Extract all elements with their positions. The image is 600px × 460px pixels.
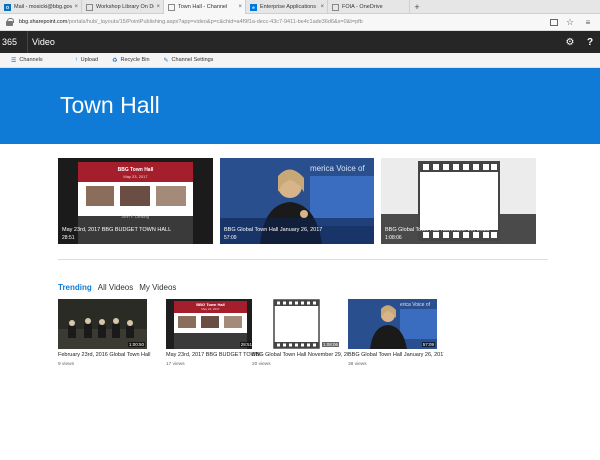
tab-label: FOIA - OneDrive [342,4,383,10]
channels-label: Channels [19,57,43,63]
url-text[interactable]: bbg.sharepoint.com/portals/hub/_layouts/… [19,19,542,25]
video-title[interactable]: May 23rd, 2017 BBG BUDGET TOWN HALL [166,352,262,358]
lock-icon [6,18,14,26]
browser-tab-workshop[interactable]: Workshop Library On Dema × [82,0,164,14]
upload-label: Upload [80,57,99,63]
video-title[interactable]: BBG Global Town Hall November 29, 2016 [252,352,348,358]
video-thumbnail[interactable]: 1:00:50 [58,299,147,349]
browser-tab-mail[interactable]: O Mail - mosicki@bbg.gov × [0,0,82,14]
page-icon [332,3,339,11]
video-duration: 1:00:50 [127,342,145,347]
featured-title: May 23rd, 2017 BBG BUDGET TOWN HALL [62,227,172,233]
video-views: 20 views [252,362,271,367]
slide-title: BBG Town Hall [117,167,154,173]
close-icon[interactable]: × [74,4,78,10]
address-bar[interactable]: bbg.sharepoint.com/portals/hub/_layouts/… [0,14,600,31]
tab-label: Mail - mosicki@bbg.gov [14,4,73,10]
featured-videos: John F. Lansing BBG Town Hall May 23, 20… [58,158,548,244]
video-duration: 57:09 [421,342,435,347]
suite-title[interactable]: Video [28,37,560,47]
close-icon[interactable]: × [156,4,160,10]
video-views: 17 views [166,362,185,367]
gear-icon[interactable]: ⚙ [560,31,580,53]
channel-banner: Town Hall [0,68,600,144]
upload-icon: ↑ [74,57,78,63]
tab-trending[interactable]: Trending [58,283,92,292]
edge-icon: e [250,3,257,11]
video-title[interactable]: February 23rd, 2016 Global Town Hall [58,352,154,358]
hub-icon[interactable]: ≡ [582,18,594,27]
page-icon [86,3,93,11]
page-icon [168,3,175,11]
featured-title: BBG Global Town Hall January 26, 2017 [224,227,323,233]
new-tab-button[interactable]: + [410,0,424,13]
featured-duration: 57:09 [224,235,237,241]
close-icon[interactable]: × [238,4,242,10]
favorite-star-icon[interactable]: ☆ [564,17,576,28]
channels-icon: ☰ [11,57,17,64]
featured-title: BBG Global Town Hall November 29, 2016 [385,227,490,233]
url-domain: bbg.sharepoint.com [19,19,68,25]
slide-date: May 23, 2017 [123,174,148,179]
close-icon[interactable]: × [320,4,324,10]
edit-icon: ✎ [163,57,169,64]
channel-settings-button[interactable]: ✎ Channel Settings [164,57,214,64]
tab-label: Workshop Library On Dema [96,4,154,10]
channel-title: Town Hall [60,92,160,118]
recycle-bin-button[interactable]: ♻ Recycle Bin [112,57,149,64]
browser-tab-foia[interactable]: FOIA - OneDrive [328,0,410,14]
video-tabs: Trending All Videos My Videos [58,283,176,292]
tab-label: Town Hall - Channel [178,4,228,10]
browser-tab-enterprise[interactable]: e Enterprise Applications Lim × [246,0,328,14]
video-duration: 1:08:06 [321,342,339,347]
featured-video-budget-town-hall[interactable]: John F. Lansing BBG Town Hall May 23, 20… [58,158,213,244]
url-path: /portals/hub/_layouts/15/PointPublishing… [67,19,363,25]
featured-duration: 28:51 [62,235,75,241]
channels-button[interactable]: ☰ Channels [11,57,43,64]
outlook-icon: O [4,3,11,11]
help-button[interactable]: ? [580,31,600,53]
video-title[interactable]: BBG Global Town Hall January 26, 2017 [348,352,444,358]
video-thumbnail[interactable]: erica Voice of 57:09 [348,299,437,349]
tab-all-videos[interactable]: All Videos [98,283,133,292]
tab-my-videos[interactable]: My Videos [139,283,176,292]
featured-duration: 1:08:06 [385,235,402,241]
section-divider [58,259,548,260]
browser-tab-town-hall[interactable]: Town Hall - Channel × [164,0,246,14]
svg-text:John F. Lansing: John F. Lansing [121,214,149,219]
video-thumbnail[interactable]: 1:08:06 [252,299,341,349]
video-duration: 28:51 [239,342,253,347]
thumbnail-backdrop-text: erica Voice of [400,302,431,308]
suite-bar: 365 Video ⚙ ? [0,31,600,53]
reading-view-icon[interactable] [550,18,558,26]
browser-tab-strip: O Mail - mosicki@bbg.gov × Workshop Libr… [0,0,600,14]
video-views: 9 views [58,362,74,367]
thumbnail-backdrop-text: merica Voice of [310,164,365,173]
recycle-bin-icon: ♻ [112,57,118,64]
featured-video-global-town-hall-nov[interactable]: BBG Global Town Hall November 29, 2016 1… [381,158,536,244]
command-bar: ☰ Channels ↑ Upload ♻ Recycle Bin ✎ Chan… [0,53,600,68]
recycle-bin-label: Recycle Bin [120,57,150,63]
video-views: 38 views [348,362,367,367]
tab-label: Enterprise Applications Lim [260,4,318,10]
trending-video-grid: 1:00:50 February 23rd, 2016 Global Town … [58,299,458,374]
channel-settings-label: Channel Settings [171,57,214,63]
featured-video-global-town-hall-jan[interactable]: merica Voice of BBG Global Town Hall Jan… [220,158,374,244]
video-thumbnail[interactable]: BBG Town Hall May 23, 2017 28:51 [166,299,255,349]
app-launcher-label[interactable]: 365 [0,31,28,53]
slide-date: May 23, 2017 [201,307,220,311]
upload-button[interactable]: ↑ Upload [75,57,98,63]
